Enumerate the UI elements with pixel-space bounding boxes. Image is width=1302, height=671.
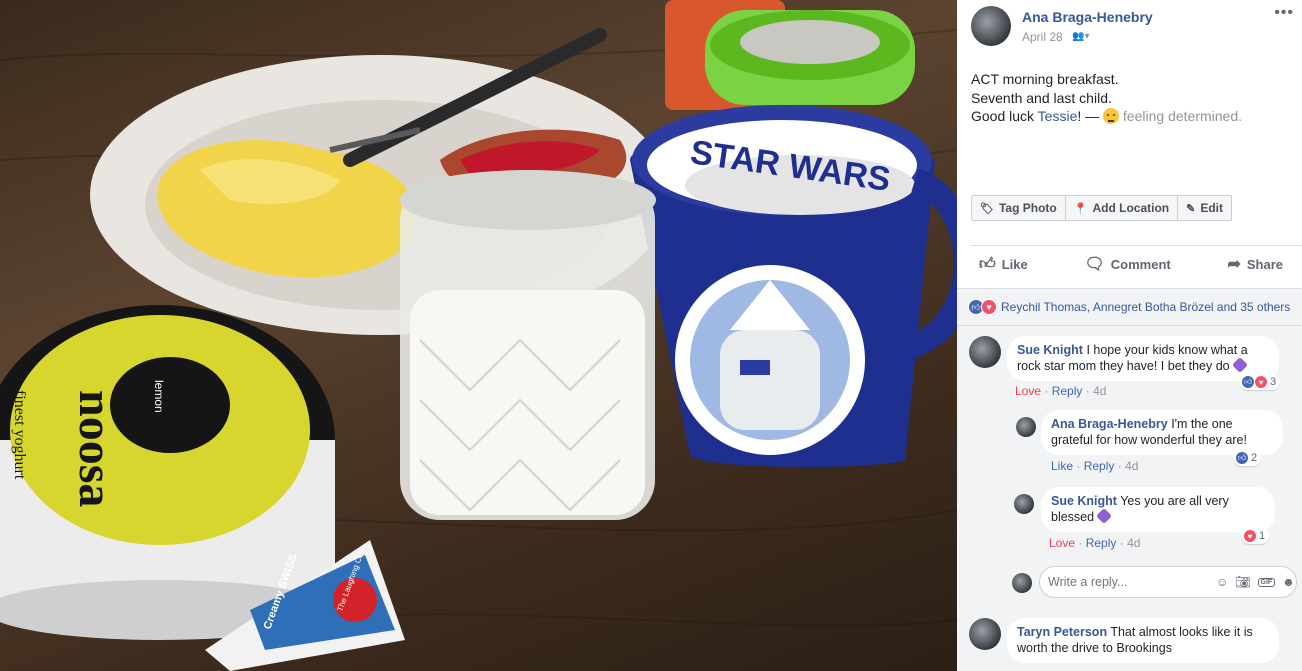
like-button[interactable]: 👍︎ Like	[971, 250, 1036, 278]
like-reaction-icon: 👍︎	[1235, 451, 1249, 465]
comments-section: Sue Knight I hope your kids know what a …	[957, 326, 1302, 671]
commenter-avatar[interactable]	[969, 618, 1001, 650]
comment-meta: Like · Reply · 4d	[1051, 459, 1139, 473]
reaction-count[interactable]: 👍︎ ♥ 3	[1239, 374, 1281, 390]
reply-link[interactable]: Reply	[1052, 384, 1083, 398]
comment-text: grateful for how wonderful they are!	[1051, 433, 1247, 447]
caption-text: Good luck	[971, 108, 1038, 124]
like-label: Like	[1001, 256, 1028, 272]
edit-label: Edit	[1200, 201, 1224, 215]
emoji-icon[interactable]: ☺	[1216, 575, 1228, 589]
love-reaction-icon: ♥	[1254, 375, 1268, 389]
comment-text: worth the drive to Brookings	[1017, 641, 1172, 655]
comment-bubble: Sue Knight I hope your kids know what a …	[1007, 336, 1279, 381]
author-avatar[interactable]	[971, 6, 1011, 46]
feeling-emoji-icon	[1103, 108, 1120, 124]
comment-meta: Love · Reply · 4d	[1049, 536, 1141, 550]
feeling-text[interactable]: feeling determined.	[1123, 108, 1242, 124]
gif-icon[interactable]: GIF	[1257, 577, 1276, 587]
post-action-bar: 👍︎ Like 🗨︎ Comment ➦ Share	[971, 250, 1291, 278]
comment-time[interactable]: 4d	[1125, 459, 1138, 473]
breakfast-photo-image: STAR WARS noosa finest yoghurt lemon Cre…	[0, 0, 957, 671]
add-location-button[interactable]: 📍 Add Location	[1066, 196, 1179, 220]
camera-icon[interactable]: 📷︎	[1235, 575, 1250, 589]
commenter-avatar[interactable]	[1016, 417, 1036, 437]
post-side-panel: Ana Braga-Henebry April 28 👥▾ ••• ACT mo…	[957, 0, 1302, 671]
commenter-name[interactable]: Taryn Peterson	[1017, 625, 1107, 639]
edit-button[interactable]: ✎ Edit	[1178, 196, 1231, 220]
tagged-person-link[interactable]: Tessie	[1038, 108, 1078, 124]
photo-actions: 🏷 Tag Photo 📍 Add Location ✎ Edit	[971, 195, 1233, 221]
comment-text: rock star mom they have! I bet they do	[1017, 359, 1230, 373]
comment-text: Yes you are all very	[1120, 494, 1229, 508]
reaction-count[interactable]: ♥ 1	[1241, 528, 1270, 544]
comment-text: That almost looks like it is	[1110, 625, 1253, 639]
caption-line: Good luck Tessie! — feeling determined.	[971, 107, 1291, 126]
reaction-count-value: 1	[1259, 530, 1266, 542]
location-pin-icon: 📍	[1073, 202, 1088, 215]
comment-time[interactable]: 4d	[1127, 536, 1140, 550]
caption-text: ! —	[1077, 108, 1104, 124]
love-link[interactable]: Love	[1015, 384, 1041, 398]
post-date[interactable]: April 28	[1022, 30, 1063, 44]
comment-icon: 🗨︎	[1084, 256, 1105, 273]
yogurt-brand: noosa	[69, 390, 122, 507]
commenter-name[interactable]: Sue Knight	[1051, 494, 1117, 508]
reply-link[interactable]: Reply	[1084, 459, 1115, 473]
share-icon: ➦	[1227, 256, 1241, 273]
comment-meta: Love · Reply · 4d	[1015, 384, 1107, 398]
caption-line: ACT morning breakfast.	[971, 71, 1119, 87]
love-reaction-icon: ♥	[981, 299, 997, 315]
reply-box[interactable]: ☺ 📷︎ GIF ☻	[1039, 566, 1297, 598]
love-link[interactable]: Love	[1049, 536, 1075, 550]
comment-text: I'm the one	[1171, 417, 1233, 431]
comment-label: Comment	[1110, 256, 1171, 272]
post-caption: ACT morning breakfast. Seventh and last …	[971, 70, 1291, 126]
reaction-count[interactable]: 👍︎ 2	[1233, 450, 1262, 466]
post-photo[interactable]: STAR WARS noosa finest yoghurt lemon Cre…	[0, 0, 957, 671]
reactions-summary[interactable]: 👍︎ ♥ Reychil Thomas, Annegret Botha Bröz…	[957, 288, 1302, 326]
yogurt-flavor: lemon	[152, 380, 166, 413]
comment-text: blessed	[1051, 510, 1095, 524]
tag-photo-button[interactable]: 🏷 Tag Photo	[972, 196, 1066, 220]
share-label: Share	[1246, 256, 1283, 272]
share-button[interactable]: ➦ Share	[1219, 250, 1291, 278]
commenter-name[interactable]: Ana Braga-Henebry	[1051, 417, 1168, 431]
like-link[interactable]: Like	[1051, 459, 1073, 473]
commenter-avatar[interactable]	[1014, 494, 1034, 514]
reply-link[interactable]: Reply	[1086, 536, 1117, 550]
commenter-name[interactable]: Sue Knight	[1017, 343, 1083, 357]
reactions-names[interactable]: Reychil Thomas, Annegret Botha Brözel an…	[1001, 300, 1290, 314]
caption-line: Seventh and last child.	[971, 89, 1112, 106]
sticker-icon[interactable]: ☻	[1282, 575, 1295, 589]
comment-bubble: Ana Braga-Henebry I'm the one grateful f…	[1041, 410, 1283, 455]
purple-heart-icon	[1231, 357, 1248, 373]
ellipsis-icon[interactable]: •••	[1274, 4, 1294, 22]
love-reaction-icon: ♥	[1243, 529, 1257, 543]
comment-text: I hope your kids know what a	[1086, 343, 1248, 357]
comment-bubble: Sue Knight Yes you are all very blessed	[1041, 487, 1275, 532]
current-user-avatar	[1012, 573, 1032, 593]
divider	[971, 245, 1302, 246]
add-location-label: Add Location	[1092, 201, 1170, 215]
pencil-icon: ✎	[1186, 202, 1196, 215]
comment-button[interactable]: 🗨︎ Comment	[1076, 250, 1178, 278]
commenter-avatar[interactable]	[969, 336, 1001, 368]
like-reaction-icon: 👍︎	[1241, 375, 1255, 389]
purple-heart-icon	[1096, 508, 1113, 524]
thumbs-up-icon: 👍︎	[979, 255, 996, 273]
friends-icon[interactable]: 👥▾	[1072, 31, 1089, 42]
reaction-count-value: 3	[1270, 376, 1277, 388]
comment-time[interactable]: 4d	[1093, 384, 1106, 398]
reaction-count-value: 2	[1251, 452, 1258, 464]
author-name[interactable]: Ana Braga-Henebry	[1022, 9, 1153, 25]
comment-bubble: Taryn Peterson That almost looks like it…	[1007, 618, 1279, 663]
reply-input[interactable]	[1048, 575, 1209, 589]
tag-icon: 🏷	[980, 202, 994, 215]
yogurt-sub: finest yoghurt	[11, 390, 28, 480]
tag-photo-label: Tag Photo	[998, 201, 1057, 215]
